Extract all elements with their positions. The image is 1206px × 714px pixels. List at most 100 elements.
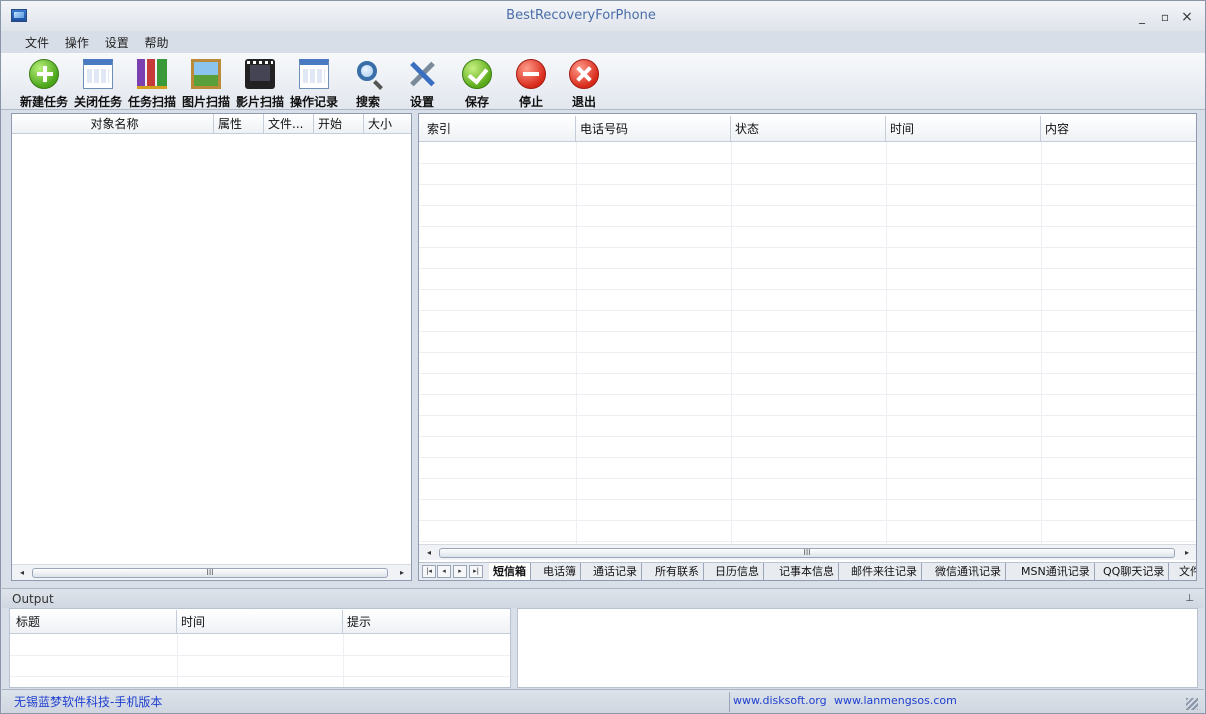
grid-row-line xyxy=(419,457,1196,458)
task-scan-button[interactable]: 任务扫描 xyxy=(125,57,179,109)
tab-wechat[interactable]: 微信通讯记录 xyxy=(931,563,1006,580)
column-start[interactable]: 开始 xyxy=(314,114,364,134)
grid-row-line xyxy=(419,310,1196,311)
menu-operation[interactable]: 操作 xyxy=(65,34,89,51)
grid-row-line xyxy=(419,394,1196,395)
record-type-tabs: |◂ ◂ ▸ ▸| 短信箱 电话簿 通话记录 所有联系 日历信息 记事本信息 邮… xyxy=(419,562,1196,580)
image-scan-icon xyxy=(191,59,221,89)
grid-row-line xyxy=(419,247,1196,248)
tab-files[interactable]: 文件 xyxy=(1175,563,1196,580)
grid-row-line xyxy=(419,205,1196,206)
grid-row-line xyxy=(419,289,1196,290)
scroll-left-arrow-icon[interactable]: ◂ xyxy=(421,545,437,561)
task-scan-icon xyxy=(137,59,167,89)
scroll-right-arrow-icon[interactable]: ▸ xyxy=(1179,545,1195,561)
exit-button[interactable]: 退出 xyxy=(557,57,611,109)
grid-row-line xyxy=(419,415,1196,416)
grid-column-line xyxy=(576,142,577,544)
tab-call-log[interactable]: 通话记录 xyxy=(589,563,642,580)
tab-next-icon[interactable]: ▸ xyxy=(453,565,467,578)
maximize-button[interactable]: ▫ xyxy=(1157,10,1173,24)
menu-file[interactable]: 文件 xyxy=(25,34,49,51)
tab-contacts[interactable]: 所有联系 xyxy=(651,563,704,580)
image-scan-button[interactable]: 图片扫描 xyxy=(179,57,233,109)
grid-row-line xyxy=(419,352,1196,353)
tab-phonebook[interactable]: 电话簿 xyxy=(539,563,581,580)
minimize-button[interactable]: _ xyxy=(1134,10,1150,24)
save-icon xyxy=(462,59,492,89)
column-attribute[interactable]: 属性 xyxy=(214,114,264,134)
object-tree-panel[interactable]: 对象名称 属性 文件... 开始 大小 ◂ III ▸ xyxy=(11,113,412,581)
settings-button[interactable]: 设置 xyxy=(395,57,449,109)
status-link-lanmengsos[interactable]: www.lanmengsos.com xyxy=(834,694,957,707)
output-detail-panel[interactable] xyxy=(517,608,1198,688)
new-task-icon xyxy=(29,59,59,89)
column-phone-number[interactable]: 电话号码 xyxy=(576,116,731,142)
tab-sms[interactable]: 短信箱 xyxy=(489,563,531,580)
video-scan-button[interactable]: 影片扫描 xyxy=(233,57,287,109)
column-status[interactable]: 状态 xyxy=(731,116,886,142)
operation-log-button[interactable]: 操作记录 xyxy=(287,57,341,109)
menu-help[interactable]: 帮助 xyxy=(145,34,169,51)
status-bar: 无锡蓝梦软件科技-手机版本 www.disksoft.org www.lanme… xyxy=(2,689,1204,713)
tab-email[interactable]: 邮件来往记录 xyxy=(847,563,922,580)
title-bar: BestRecoveryForPhone _ ▫ × xyxy=(1,1,1205,31)
grid-row-line xyxy=(419,226,1196,227)
scroll-thumb[interactable]: III xyxy=(439,548,1175,558)
column-size[interactable]: 大小 xyxy=(364,114,411,134)
tab-notes[interactable]: 记事本信息 xyxy=(775,563,839,580)
exit-icon xyxy=(569,59,599,89)
grid-column-line xyxy=(343,634,344,687)
stop-button[interactable]: 停止 xyxy=(504,57,558,109)
grid-row-line xyxy=(419,478,1196,479)
menu-settings[interactable]: 设置 xyxy=(105,34,129,51)
status-link-disksoft[interactable]: www.disksoft.org xyxy=(733,694,827,707)
close-task-button[interactable]: 关闭任务 xyxy=(71,57,125,109)
resize-grip-icon[interactable] xyxy=(1186,698,1198,710)
column-content[interactable]: 内容 xyxy=(1041,116,1196,142)
search-button[interactable]: 搜索 xyxy=(341,57,395,109)
column-index[interactable]: 索引 xyxy=(419,116,576,142)
column-file[interactable]: 文件... xyxy=(264,114,314,134)
column-title[interactable]: 标题 xyxy=(10,610,177,634)
tab-last-icon[interactable]: ▸| xyxy=(469,565,483,578)
tab-calendar[interactable]: 日历信息 xyxy=(711,563,764,580)
grid-row-line xyxy=(419,163,1196,164)
close-task-icon xyxy=(83,59,113,89)
status-company: 无锡蓝梦软件科技-手机版本 xyxy=(14,695,163,709)
grid-row-line xyxy=(419,331,1196,332)
output-bar: Output ⊥ xyxy=(2,588,1204,608)
new-task-button[interactable]: 新建任务 xyxy=(17,57,71,109)
tab-first-icon[interactable]: |◂ xyxy=(422,565,436,578)
grid-column-line xyxy=(886,142,887,544)
tab-prev-icon[interactable]: ◂ xyxy=(437,565,451,578)
column-output-time[interactable]: 时间 xyxy=(177,610,343,634)
output-list-panel[interactable]: 标题 时间 提示 xyxy=(9,608,511,688)
window-title: BestRecoveryForPhone xyxy=(506,8,656,23)
column-object-name[interactable]: 对象名称 xyxy=(12,114,214,134)
save-button[interactable]: 保存 xyxy=(450,57,504,109)
column-hint[interactable]: 提示 xyxy=(343,610,510,634)
left-horizontal-scrollbar[interactable]: ◂ III ▸ xyxy=(12,564,411,580)
close-button[interactable]: × xyxy=(1179,10,1195,24)
stop-icon xyxy=(516,59,546,89)
tab-qq[interactable]: QQ聊天记录 xyxy=(1099,563,1170,580)
scroll-thumb[interactable]: III xyxy=(32,568,388,578)
records-panel[interactable]: 索引 电话号码 状态 时间 内容 ◂ III ▸ |◂ ◂ ▸ ▸| 短信箱 电… xyxy=(418,113,1197,581)
grid-row-line xyxy=(419,373,1196,374)
grid-column-line xyxy=(177,634,178,687)
scroll-right-arrow-icon[interactable]: ▸ xyxy=(394,565,410,580)
grid-column-line xyxy=(1041,142,1042,544)
object-list-header: 对象名称 属性 文件... 开始 大小 xyxy=(12,114,411,134)
grid-row-line xyxy=(419,268,1196,269)
scroll-left-arrow-icon[interactable]: ◂ xyxy=(14,565,30,580)
output-header: 标题 时间 提示 xyxy=(10,610,510,634)
pin-icon[interactable]: ⊥ xyxy=(1185,593,1194,604)
settings-icon xyxy=(407,59,437,89)
menu-bar: 文件 操作 设置 帮助 xyxy=(1,31,1205,53)
app-window: BestRecoveryForPhone _ ▫ × 文件 操作 设置 帮助 新… xyxy=(0,0,1206,714)
records-header: 索引 电话号码 状态 时间 内容 xyxy=(419,116,1196,142)
right-horizontal-scrollbar[interactable]: ◂ III ▸ xyxy=(419,544,1196,560)
column-time[interactable]: 时间 xyxy=(886,116,1041,142)
tab-msn[interactable]: MSN通讯记录 xyxy=(1017,563,1095,580)
